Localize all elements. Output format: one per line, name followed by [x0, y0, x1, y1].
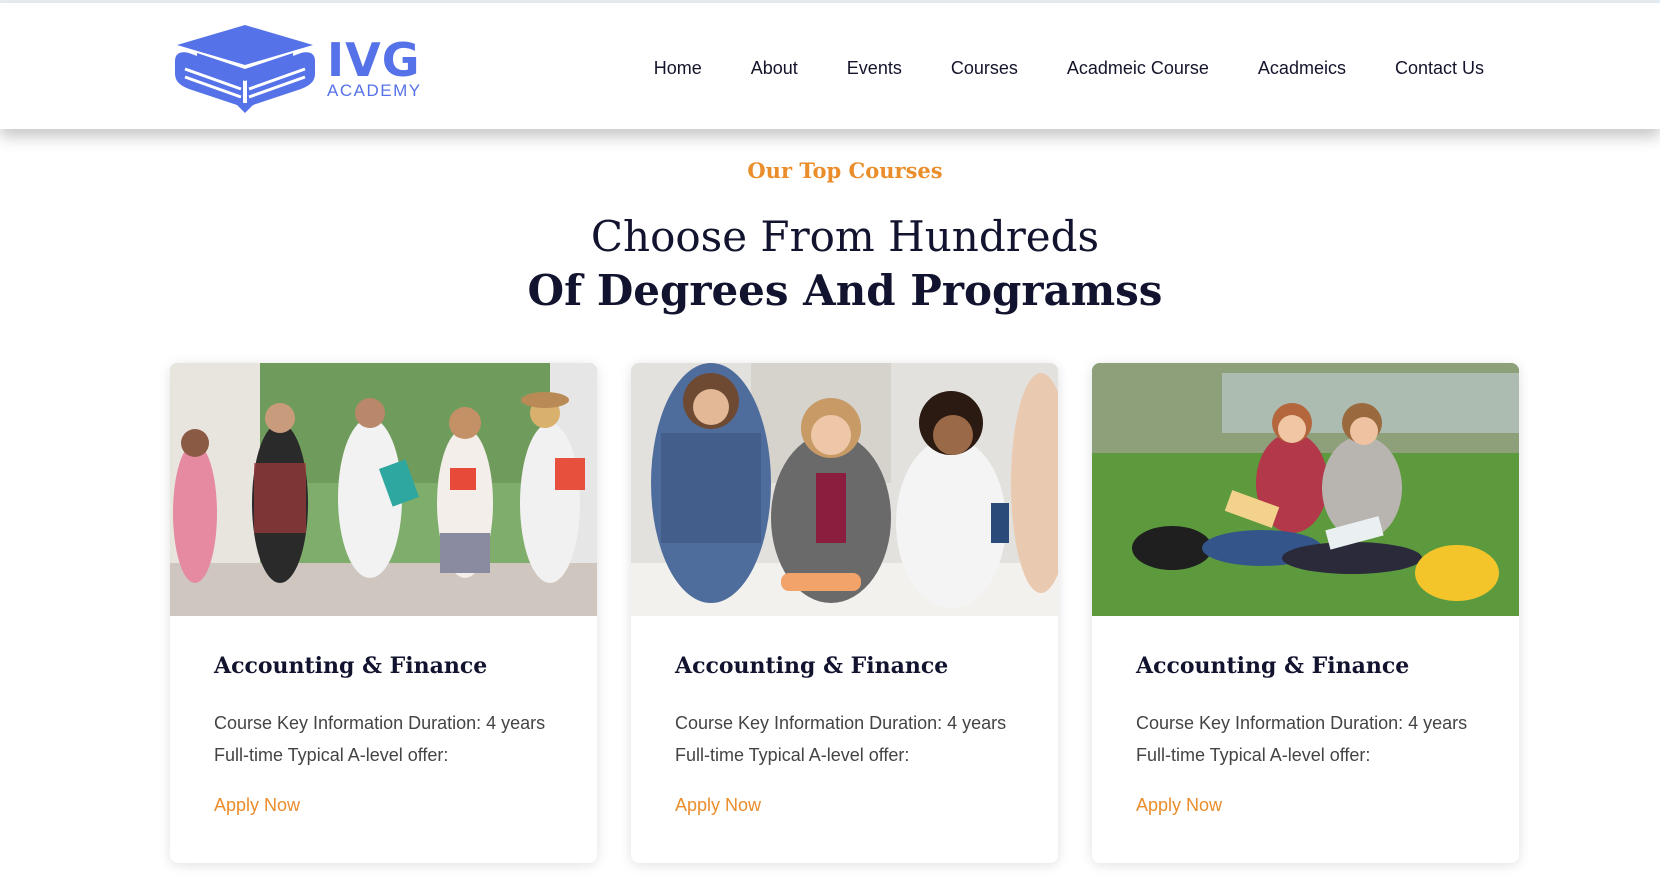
course-title: Accounting & Finance: [675, 653, 949, 679]
book-cap-icon: [175, 25, 315, 113]
course-description-line-1: Course Key Information Duration: 4 years: [1136, 713, 1468, 733]
course-title: Accounting & Finance: [214, 653, 488, 679]
nav-item-about[interactable]: About: [751, 55, 798, 81]
course-description-line-2: Full-time Typical A-level offer:: [1136, 745, 1371, 765]
course-description-line-2: Full-time Typical A-level offer:: [675, 745, 910, 765]
course-photo[interactable]: [170, 363, 597, 616]
course-title: Accounting & Finance: [1136, 653, 1410, 679]
headline-line-1: Choose From Hundreds: [590, 212, 1100, 261]
course-description: Course Key Information Duration: 4 years…: [1136, 707, 1496, 771]
apply-now-link[interactable]: Apply Now: [1136, 795, 1222, 816]
site-header: IVG ACADEMY Home About Events Courses Ac…: [0, 3, 1660, 129]
nav-item-home[interactable]: Home: [654, 55, 702, 81]
course-description-line-1: Course Key Information Duration: 4 years: [214, 713, 546, 733]
nav-item-academics[interactable]: Acadmeics: [1258, 55, 1346, 81]
nav-item-events[interactable]: Events: [847, 55, 902, 81]
section-headline: Choose From Hundreds Of Degrees And Prog…: [0, 210, 1660, 318]
course-description: Course Key Information Duration: 4 years…: [214, 707, 574, 771]
nav-item-courses[interactable]: Courses: [951, 55, 1018, 81]
course-description-line-1: Course Key Information Duration: 4 years: [675, 713, 1007, 733]
logo-subtitle: ACADEMY: [327, 81, 422, 100]
nav-item-academic-course[interactable]: Acadmeic Course: [1067, 55, 1209, 81]
apply-now-link[interactable]: Apply Now: [675, 795, 761, 816]
course-card: Accounting & Finance Course Key Informat…: [1092, 363, 1519, 863]
course-photo[interactable]: [1092, 363, 1519, 616]
course-card: Accounting & Finance Course Key Informat…: [631, 363, 1058, 863]
logo-wordmark: IVG: [327, 33, 421, 87]
nav-item-contact-us[interactable]: Contact Us: [1395, 55, 1484, 81]
course-description-line-2: Full-time Typical A-level offer:: [214, 745, 449, 765]
course-description: Course Key Information Duration: 4 years…: [675, 707, 1035, 771]
apply-now-link[interactable]: Apply Now: [214, 795, 300, 816]
site-logo[interactable]: IVG ACADEMY: [175, 23, 420, 113]
section-eyebrow: Our Top Courses: [747, 158, 943, 183]
course-photo[interactable]: [631, 363, 1058, 616]
main-nav: Home About Events Courses Acadmeic Cours…: [605, 55, 1484, 81]
course-card: Accounting & Finance Course Key Informat…: [170, 363, 597, 863]
headline-line-2: Of Degrees And Programss: [527, 266, 1163, 315]
